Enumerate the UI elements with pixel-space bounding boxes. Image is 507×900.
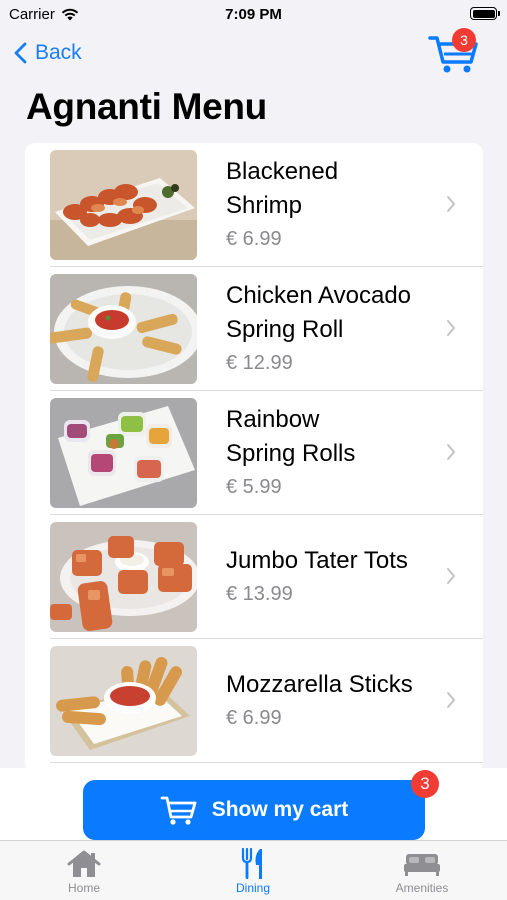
house-icon <box>67 850 101 877</box>
dish-image <box>50 274 197 384</box>
tab-dining[interactable]: Dining <box>193 847 313 895</box>
dish-price: € 6.99 <box>226 707 282 729</box>
battery-icon <box>470 7 500 20</box>
dish-name: Rainbow <box>226 406 320 433</box>
page-title: Agnanti Menu <box>26 86 267 127</box>
dish-price: € 6.99 <box>226 228 282 250</box>
fork-knife-icon <box>241 847 262 879</box>
dish-name: Jumbo Tater Tots <box>226 547 408 574</box>
cart-icon <box>160 796 197 825</box>
chevron-right-icon <box>447 444 455 460</box>
dish-image <box>50 398 197 508</box>
dish-name-line2: Shrimp <box>226 192 303 219</box>
menu-item-chicken-avocado-spring-roll[interactable]: Chicken Avocado Spring Roll € 12.99 <box>25 267 483 391</box>
menu-item-mozzarella-sticks[interactable]: Mozzarella Sticks € 6.99 <box>25 639 483 763</box>
dish-name: Mozzarella Sticks <box>226 671 413 698</box>
menu-item-rainbow-spring-rolls[interactable]: Rainbow Spring Rolls € 5.99 <box>25 391 483 515</box>
dish-image <box>50 646 197 756</box>
cart-count-badge: 3 <box>452 28 476 52</box>
dish-name: Blackened <box>226 158 339 185</box>
dish-image <box>50 522 197 632</box>
dish-price: € 13.99 <box>226 583 293 605</box>
dish-name: Chicken Avocado <box>226 282 412 309</box>
tab-home[interactable]: Home <box>24 847 144 895</box>
back-label: Back <box>35 41 82 64</box>
cart-nav-button[interactable]: 3 <box>428 28 480 76</box>
dish-price: € 5.99 <box>226 476 282 498</box>
menu-list: Blackened Shrimp € 6.99 Chicken Avocado … <box>25 143 483 773</box>
tab-label: Amenities <box>395 881 449 895</box>
back-button[interactable]: Back <box>14 38 82 68</box>
menu-item-text: Blackened Shrimp € 6.99 <box>226 143 441 267</box>
cart-count-badge: 3 <box>411 770 439 798</box>
status-bar: Carrier 7:09 PM <box>0 0 507 30</box>
bed-icon <box>404 854 440 876</box>
dish-price: € 12.99 <box>226 352 293 374</box>
menu-item-text: Mozzarella Sticks € 6.99 <box>226 639 441 763</box>
tab-label: Home <box>67 881 100 895</box>
show-cart-label: Show my cart <box>211 798 349 821</box>
dish-name-line2: Spring Roll <box>226 316 344 343</box>
status-time: 7:09 PM <box>225 6 282 23</box>
dish-image <box>50 150 197 260</box>
chevron-left-icon <box>14 42 27 64</box>
show-cart-button[interactable]: Show my cart 3 <box>83 770 439 840</box>
menu-item-text: Jumbo Tater Tots € 13.99 <box>226 515 441 639</box>
chevron-right-icon <box>447 196 455 212</box>
row-divider <box>50 762 483 763</box>
dish-name-line2: Spring Rolls <box>226 440 356 467</box>
tab-label: Dining <box>235 881 271 895</box>
chevron-right-icon <box>447 568 455 584</box>
chevron-right-icon <box>447 320 455 336</box>
tab-amenities[interactable]: Amenities <box>362 847 482 895</box>
menu-item-text: Chicken Avocado Spring Roll € 12.99 <box>226 267 441 391</box>
menu-item-jumbo-tater-tots[interactable]: Jumbo Tater Tots € 13.99 <box>25 515 483 639</box>
tab-bar: Home Dining Amenities <box>0 840 507 900</box>
menu-item-blackened-shrimp[interactable]: Blackened Shrimp € 6.99 <box>25 143 483 267</box>
chevron-right-icon <box>447 692 455 708</box>
menu-item-text: Rainbow Spring Rolls € 5.99 <box>226 391 441 515</box>
